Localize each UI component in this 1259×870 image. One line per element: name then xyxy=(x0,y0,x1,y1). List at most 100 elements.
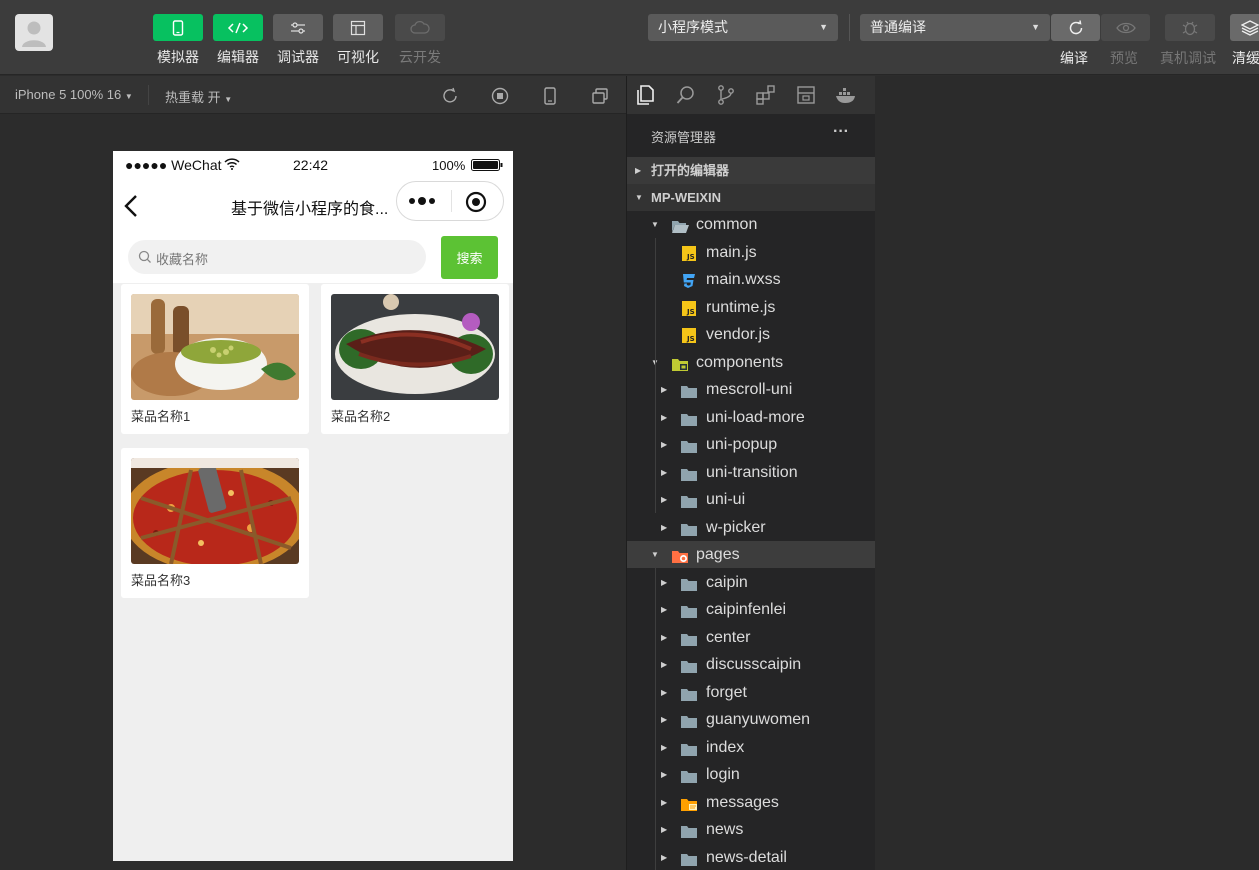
chevron-right-icon[interactable]: ▶ xyxy=(661,789,667,816)
tree-item-main-wxss[interactable]: main.wxss xyxy=(627,266,875,293)
chevron-right-icon[interactable]: ▶ xyxy=(661,569,667,596)
user-avatar[interactable] xyxy=(15,14,53,51)
editor-button[interactable]: 编辑器 xyxy=(213,14,263,67)
chevron-right-icon[interactable]: ▶ xyxy=(661,596,667,623)
chevron-right-icon[interactable]: ▶ xyxy=(661,431,667,458)
tree-item-messages[interactable]: ▶ messages xyxy=(627,789,875,816)
folder-icon xyxy=(680,519,698,536)
explorer-title: 资源管理器 xyxy=(651,130,717,145)
compile-mode-select[interactable]: 普通编译 ▼ xyxy=(860,14,1050,41)
tree-item-uni-ui[interactable]: ▶ uni-ui xyxy=(627,486,875,513)
tree-item-caipinfenlei[interactable]: ▶ caipinfenlei xyxy=(627,596,875,623)
tree-item-news-detail[interactable]: ▶ news-detail xyxy=(627,844,875,870)
tree-item-center[interactable]: ▶ center xyxy=(627,624,875,651)
dish-name-3: 菜品名称3 xyxy=(131,573,191,588)
folder-icon xyxy=(680,821,698,838)
chevron-down-icon[interactable]: ▼ xyxy=(651,211,659,238)
chevron-right-icon[interactable]: ▶ xyxy=(661,844,667,870)
detach-window-icon[interactable] xyxy=(590,86,610,106)
real-debug-button[interactable] xyxy=(1165,14,1215,41)
tree-item-common[interactable]: ▼ common xyxy=(627,211,875,238)
folder-icon xyxy=(680,491,698,508)
mode-select[interactable]: 小程序模式 ▼ xyxy=(648,14,838,41)
phone-screen: ●●●●● WeChat 22:42 100% 基于微信小程序的食... 收藏名… xyxy=(113,151,513,861)
tree-item-login[interactable]: ▶ login xyxy=(627,761,875,788)
chevron-right-icon[interactable]: ▶ xyxy=(661,459,667,486)
files-icon[interactable] xyxy=(635,84,657,106)
real-debug-label: 真机调试 xyxy=(1160,50,1216,66)
debugger-button[interactable]: 调试器 xyxy=(273,14,323,67)
search-button[interactable]: 搜索 xyxy=(441,236,498,279)
chevron-right-icon[interactable]: ▶ xyxy=(661,816,667,843)
tree-item-main-js[interactable]: JS main.js xyxy=(627,239,875,266)
tree-item-vendor-js[interactable]: JS vendor.js xyxy=(627,321,875,348)
tree-item-pages[interactable]: ▼ pages xyxy=(627,541,875,568)
search-input[interactable]: 收藏名称 xyxy=(128,240,426,274)
chevron-down-icon: ▼ xyxy=(635,193,643,202)
tree-item-index[interactable]: ▶ index xyxy=(627,734,875,761)
folder-icon xyxy=(680,601,698,618)
tree-item-label: vendor.js xyxy=(706,326,771,343)
chevron-right-icon[interactable]: ▶ xyxy=(661,706,667,733)
source-control-icon[interactable] xyxy=(715,84,737,106)
chevron-right-icon[interactable]: ▶ xyxy=(661,376,667,403)
project-section[interactable]: ▼ MP-WEIXIN xyxy=(627,184,875,211)
chevron-right-icon[interactable]: ▶ xyxy=(661,404,667,431)
tree-item-discusscaipin[interactable]: ▶ discusscaipin xyxy=(627,651,875,678)
folder-open-icon xyxy=(671,216,689,233)
tree-item-uni-popup[interactable]: ▶ uni-popup xyxy=(627,431,875,458)
search-icon[interactable] xyxy=(675,84,697,106)
visual-button[interactable]: 可视化 xyxy=(333,14,383,67)
chevron-down-icon: ▼ xyxy=(819,22,828,32)
components-folder-icon xyxy=(671,354,689,371)
dish-name-2: 菜品名称2 xyxy=(331,409,391,424)
chevron-down-icon[interactable]: ▼ xyxy=(651,541,659,568)
more-dots-icon[interactable] xyxy=(408,195,438,207)
hot-reload-select[interactable]: 热重载 开 ▼ xyxy=(165,87,232,106)
chevron-right-icon[interactable]: ▶ xyxy=(661,486,667,513)
tree-item-label: w-picker xyxy=(706,518,766,536)
tree-item-uni-load-more[interactable]: ▶ uni-load-more xyxy=(627,404,875,431)
chevron-right-icon[interactable]: ▶ xyxy=(661,761,667,788)
chevron-down-icon: ▼ xyxy=(224,95,233,104)
tree-item-components[interactable]: ▼components xyxy=(627,349,875,376)
chevron-right-icon[interactable]: ▶ xyxy=(661,679,667,706)
tree-item-caipin[interactable]: ▶ caipin xyxy=(627,569,875,596)
tree-item-label: mescroll-uni xyxy=(706,381,793,398)
chevron-right-icon[interactable]: ▶ xyxy=(661,651,667,678)
tree-item-news[interactable]: ▶ news xyxy=(627,816,875,843)
extensions-icon[interactable] xyxy=(755,84,777,106)
chevron-right-icon[interactable]: ▶ xyxy=(661,734,667,761)
dish-card-3[interactable]: 菜品名称3 xyxy=(121,448,309,598)
tree-item-uni-transition[interactable]: ▶ uni-transition xyxy=(627,459,875,486)
close-miniprogram-icon[interactable] xyxy=(465,191,487,213)
preview-button[interactable] xyxy=(1101,14,1150,41)
tree-item-label: common xyxy=(696,216,758,233)
eye-icon xyxy=(1115,22,1136,33)
more-actions-icon[interactable]: ··· xyxy=(833,123,849,141)
clear-cache-button[interactable] xyxy=(1230,14,1259,41)
chevron-right-icon[interactable]: ▶ xyxy=(661,624,667,651)
dish-card-2[interactable]: 菜品名称2 xyxy=(321,284,509,434)
dish-card-1[interactable]: 菜品名称1 xyxy=(121,284,309,434)
tree-item-w-picker[interactable]: ▶ w-picker xyxy=(627,514,875,541)
tree-item-runtime-js[interactable]: JS runtime.js xyxy=(627,294,875,321)
tree-item-guanyuwomen[interactable]: ▶ guanyuwomen xyxy=(627,706,875,733)
visual-label: 可视化 xyxy=(337,49,379,65)
storage-icon[interactable] xyxy=(795,84,817,106)
simulator-toolbar: iPhone 5 100% 16 ▼ 热重载 开 ▼ xyxy=(0,76,626,114)
simulator-button[interactable]: 模拟器 xyxy=(153,14,203,67)
chevron-right-icon[interactable]: ▶ xyxy=(661,514,667,541)
docker-icon[interactable] xyxy=(835,84,857,106)
device-select[interactable]: iPhone 5 100% 16 ▼ xyxy=(15,87,133,102)
cloud-button[interactable]: 云开发 xyxy=(395,14,445,67)
compile-button[interactable] xyxy=(1051,14,1100,41)
rotate-icon[interactable] xyxy=(440,86,460,106)
open-editors-section[interactable]: ▶ 打开的编辑器 xyxy=(627,157,875,184)
tree-item-mescroll-uni[interactable]: ▶ mescroll-uni xyxy=(627,376,875,403)
tree-item-forget[interactable]: ▶ forget xyxy=(627,679,875,706)
tree-item-label: uni-transition xyxy=(706,463,798,481)
stop-icon[interactable] xyxy=(490,86,510,106)
device-icon[interactable] xyxy=(540,86,560,106)
back-arrow-icon[interactable] xyxy=(123,194,139,218)
